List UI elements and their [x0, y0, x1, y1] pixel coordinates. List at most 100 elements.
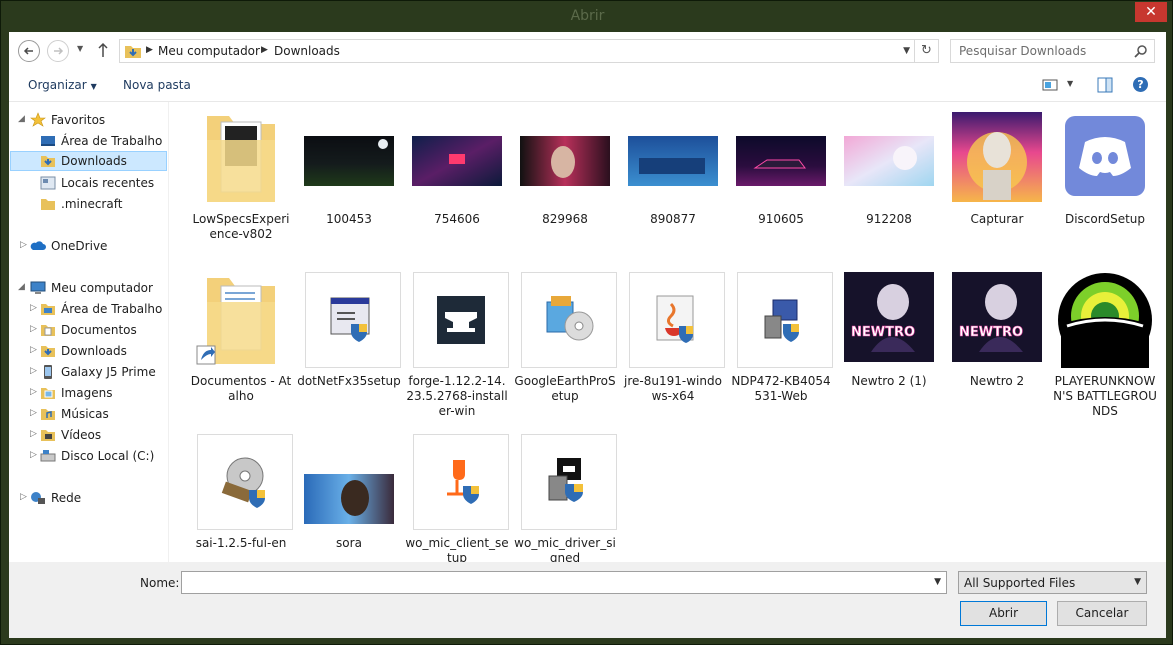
sidebar-item-label: Downloads [61, 154, 127, 168]
software-installer-icon [546, 296, 594, 341]
pictures-folder-icon [41, 388, 55, 399]
file-name: 912208 [866, 212, 912, 226]
file-name: LowSpecsExperience-v802 [192, 212, 290, 241]
sidebar-onedrive[interactable]: ▷ OneDrive [9, 236, 167, 256]
navigation-bar: ▼ ▶ Meu computador ▶ Downloads ▼ ↻ Pesqu… [9, 32, 1166, 70]
sidebar-item-recent[interactable]: Locais recentes [9, 173, 167, 193]
sidebar-item-videos[interactable]: ▷ Vídeos [9, 425, 167, 445]
sidebar-item-label: Disco Local (C:) [61, 449, 155, 463]
recent-locations-dropdown[interactable]: ▼ [77, 44, 83, 53]
sidebar-item-phone[interactable]: ▷ Galaxy J5 Prime [9, 362, 167, 382]
sidebar-item-label: OneDrive [51, 239, 108, 253]
view-options-dropdown[interactable]: ▼ [1067, 79, 1073, 88]
back-button[interactable] [18, 40, 40, 62]
sidebar-item-desktop[interactable]: Área de Trabalho [9, 131, 167, 151]
recent-places-icon [40, 176, 56, 190]
sidebar-favorites[interactable]: ◢ Favoritos [9, 110, 167, 130]
breadcrumb-separator[interactable]: ▶ [261, 45, 268, 55]
sidebar-item-downloads-pc[interactable]: ▷ Downloads [9, 341, 167, 361]
onedrive-cloud-icon [30, 241, 46, 250]
documents-folder-icon [41, 325, 55, 336]
expand-arrow-icon[interactable]: ▷ [30, 366, 37, 376]
file-name: PLAYERUNKNOWN'S BATTLEGROUNDS [1053, 374, 1157, 418]
up-button[interactable] [97, 42, 109, 61]
file-name-input[interactable]: ▼ [181, 571, 947, 594]
cancel-button[interactable]: Cancelar [1057, 601, 1147, 626]
expand-arrow-icon[interactable]: ▷ [30, 408, 37, 418]
expand-arrow-icon[interactable]: ▷ [30, 450, 37, 460]
expand-arrow-icon[interactable]: ▷ [30, 324, 37, 334]
sidebar-item-label: Área de Trabalho [61, 302, 163, 316]
expand-arrow-icon[interactable]: ▷ [30, 387, 37, 397]
downloads-folder-icon [41, 156, 55, 167]
image-thumbnail-icon: NEWTRO [844, 272, 934, 362]
setup-icon [764, 299, 799, 342]
sidebar-item-desktop-pc[interactable]: ▷ Área de Trabalho [9, 299, 167, 319]
file-name: Newtro 2 [969, 374, 1025, 388]
downloads-folder-icon [125, 46, 141, 58]
image-thumbnail-icon [736, 136, 826, 186]
file-name: sora [336, 536, 362, 550]
star-icon [30, 112, 46, 127]
breadcrumb-downloads[interactable]: Downloads [274, 44, 340, 58]
expand-arrow-icon[interactable]: ▷ [30, 345, 37, 355]
search-box[interactable]: Pesquisar Downloads [950, 39, 1155, 63]
network-icon [31, 492, 45, 504]
expand-arrow-icon[interactable]: ▷ [20, 492, 27, 502]
refresh-button[interactable]: ↻ [914, 40, 938, 62]
sidebar-item-pictures[interactable]: ▷ Imagens [9, 383, 167, 403]
search-input[interactable]: Pesquisar Downloads [959, 44, 1086, 58]
close-button[interactable]: ✕ [1135, 2, 1167, 22]
sidebar-item-minecraft[interactable]: .minecraft [9, 194, 167, 214]
image-thumbnail-icon [952, 112, 1042, 202]
sidebar-item-music[interactable]: ▷ Músicas [9, 404, 167, 424]
dialog-footer: Nome: ▼ All Supported Files ▼ Abrir Canc… [9, 562, 1166, 638]
file-name: GoogleEarthProSetup [514, 374, 616, 403]
sidebar-item-label: Galaxy J5 Prime [61, 365, 156, 379]
address-history-dropdown[interactable]: ▼ [903, 46, 910, 56]
file-name: sai-1.2.5-ful-en [195, 536, 287, 550]
anvil-icon [437, 296, 485, 344]
image-thumbnail-icon [844, 136, 934, 186]
chevron-down-icon[interactable]: ▼ [934, 577, 941, 587]
sidebar-item-documents[interactable]: ▷ Documentos [9, 320, 167, 340]
sidebar-network[interactable]: ▷ Rede [9, 488, 167, 508]
sidebar-item-downloads[interactable]: Downloads [10, 151, 167, 171]
sidebar-item-label: Documentos [61, 323, 137, 337]
open-button[interactable]: Abrir [960, 601, 1047, 626]
organize-button[interactable]: Organizar ▼ [28, 78, 97, 92]
preview-pane-icon[interactable] [1097, 77, 1113, 93]
breadcrumb-computer[interactable]: Meu computador [158, 44, 260, 58]
image-thumbnail-icon: NEWTRO [952, 272, 1042, 362]
file-name: DiscordSetup [1064, 212, 1146, 226]
expand-arrow-icon[interactable]: ▷ [20, 240, 27, 250]
forward-button[interactable] [47, 40, 69, 62]
pubg-icon [1058, 273, 1152, 368]
file-name: Capturar [970, 212, 1024, 226]
image-thumbnail-icon [304, 474, 394, 524]
address-bar[interactable]: ▶ Meu computador ▶ Downloads ▼ ↻ [119, 39, 939, 63]
downloads-folder-icon [41, 346, 55, 357]
change-view-icon[interactable] [1042, 78, 1058, 92]
image-thumbnail-icon [628, 136, 718, 186]
sidebar-item-label: Downloads [61, 344, 127, 358]
search-icon[interactable] [1134, 44, 1148, 58]
microphone-installer-icon [447, 460, 479, 504]
expand-arrow-icon[interactable]: ▷ [30, 303, 37, 313]
collapse-arrow-icon[interactable]: ◢ [18, 114, 25, 124]
file-type-select[interactable]: All Supported Files ▼ [958, 571, 1147, 594]
breadcrumb-separator[interactable]: ▶ [146, 45, 153, 55]
file-name: jre-8u191-windows-x64 [624, 374, 722, 403]
computer-icon [30, 281, 46, 294]
expand-arrow-icon[interactable]: ▷ [30, 429, 37, 439]
sidebar-item-local-disk[interactable]: ▷ Disco Local (C:) [9, 446, 167, 466]
new-folder-button[interactable]: Nova pasta [123, 78, 191, 92]
help-icon[interactable]: ? [1133, 77, 1148, 92]
collapse-arrow-icon[interactable]: ◢ [18, 282, 25, 292]
organize-label: Organizar [28, 78, 87, 92]
chevron-down-icon[interactable]: ▼ [1134, 577, 1141, 587]
driver-installer-icon [548, 458, 583, 502]
newtro-thumb-text: NEWTRO [959, 325, 1023, 340]
title-bar[interactable]: Abrir ✕ [1, 1, 1173, 33]
sidebar-computer[interactable]: ◢ Meu computador [9, 278, 167, 298]
